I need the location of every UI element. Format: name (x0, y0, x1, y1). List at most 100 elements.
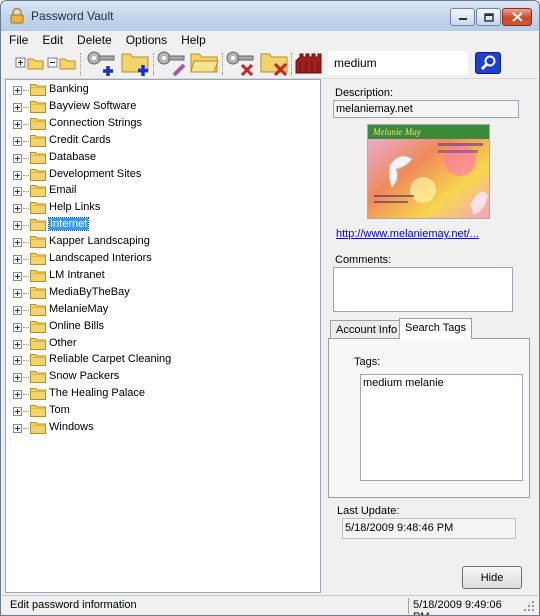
search-icon (480, 55, 496, 71)
search-input[interactable] (328, 51, 468, 75)
tree-item[interactable]: Database (6, 150, 306, 166)
tree-connector (23, 275, 29, 277)
tree-item[interactable]: Windows (6, 420, 306, 436)
close-icon (511, 12, 523, 22)
expand-icon[interactable] (13, 390, 22, 400)
tree-item-label: Reliable Carpet Cleaning (49, 353, 172, 366)
tree-item[interactable]: Email (6, 183, 306, 199)
folder-icon (30, 354, 46, 367)
tree-item-label: Database (49, 150, 97, 163)
menu-delete[interactable]: Delete (70, 31, 119, 49)
expand-icon[interactable] (13, 136, 22, 146)
tree-item-label: Credit Cards (49, 133, 111, 146)
expand-icon[interactable] (13, 170, 22, 180)
expand-icon[interactable] (13, 204, 22, 214)
tree-item[interactable]: Connection Strings (6, 116, 306, 132)
website-link[interactable]: http://www.melaniemay.net/... (336, 228, 479, 240)
tree-item-label: Landscaped Interiors (49, 252, 152, 264)
tree-item[interactable]: Landscaped Interiors (6, 251, 306, 267)
tree-item-label: Help Links (49, 201, 101, 214)
expand-icon[interactable] (13, 373, 22, 383)
tree-item[interactable]: Banking (6, 82, 306, 98)
expand-icon[interactable] (13, 221, 22, 231)
expand-icon[interactable] (13, 119, 22, 129)
tree-item[interactable]: Help Links (6, 200, 306, 216)
expand-icon[interactable] (13, 305, 22, 315)
expand-icon[interactable] (13, 238, 22, 248)
hide-button[interactable]: Hide (462, 566, 522, 589)
add-folder-icon[interactable] (120, 49, 152, 77)
menu-options[interactable]: Options (119, 31, 174, 49)
folder-tree[interactable]: Banking Bayview Software Connection String… (5, 79, 321, 593)
expand-icon[interactable] (13, 356, 22, 366)
menu-edit[interactable]: Edit (35, 31, 70, 49)
tree-item-label: Online Bills (49, 319, 105, 332)
expand-icon[interactable] (13, 271, 22, 281)
search-button[interactable] (475, 52, 501, 74)
tree-item-label: Development Sites (49, 167, 142, 180)
maximize-button[interactable] (476, 8, 501, 26)
tab-account-info[interactable]: Account Info (330, 320, 404, 339)
folder-icon (30, 388, 46, 401)
tree-item[interactable]: MelanieMay (6, 302, 306, 318)
expand-icon[interactable] (13, 322, 22, 332)
tab-search-tags[interactable]: Search Tags (399, 318, 472, 339)
tree-item[interactable]: Internet (6, 217, 306, 233)
collapse-all-icon[interactable] (47, 55, 77, 71)
open-folder-icon[interactable] (189, 49, 221, 77)
tree-item[interactable]: Snow Packers (6, 369, 306, 385)
comments-field[interactable] (333, 267, 513, 312)
tree-item[interactable]: Credit Cards (6, 133, 306, 149)
tree-item-label: Tom (49, 404, 70, 417)
tree-item[interactable]: Other (6, 336, 306, 352)
expand-icon[interactable] (13, 102, 22, 112)
resize-grip-icon[interactable] (523, 600, 535, 612)
expand-icon[interactable] (13, 153, 22, 163)
tree-connector (23, 140, 29, 142)
minimize-icon (458, 18, 467, 20)
menu-file[interactable]: File (2, 31, 35, 49)
folder-icon (30, 337, 46, 350)
expand-icon[interactable] (13, 187, 22, 197)
expand-icon[interactable] (13, 288, 22, 298)
tree-item-label: The Healing Palace (49, 387, 146, 400)
tree-item[interactable]: Online Bills (6, 319, 306, 335)
tree-item[interactable]: Development Sites (6, 167, 306, 183)
close-button[interactable] (502, 8, 532, 26)
tree-item[interactable]: The Healing Palace (6, 386, 306, 402)
menu-help[interactable]: Help (174, 31, 213, 49)
folder-icon (30, 253, 46, 265)
tree-item-label: Kapper Landscaping (49, 235, 150, 248)
folder-icon (30, 84, 46, 96)
tree-connector (23, 242, 29, 244)
logout-icon[interactable] (294, 51, 324, 75)
menu-bar: File Edit Delete Options Help (2, 31, 538, 49)
tree-item[interactable]: Reliable Carpet Cleaning (6, 352, 306, 368)
delete-key-icon[interactable] (225, 49, 257, 77)
tree-item[interactable]: MediaByTheBay (6, 285, 306, 301)
tags-field[interactable]: medium melanie (360, 374, 523, 481)
add-key-icon[interactable] (86, 49, 118, 77)
description-field[interactable]: melaniemay.net (333, 100, 519, 118)
expand-icon[interactable] (13, 407, 22, 417)
tree-item[interactable]: Kapper Landscaping (6, 234, 306, 250)
expand-icon[interactable] (13, 86, 22, 95)
tree-item[interactable]: Tom (6, 403, 306, 419)
expand-icon[interactable] (13, 339, 22, 349)
expand-all-icon[interactable] (15, 55, 45, 71)
tree-item[interactable]: LM Intranet (6, 268, 306, 284)
tree-item[interactable]: Bayview Software (6, 99, 306, 115)
tree-connector (23, 90, 29, 91)
minimize-button[interactable] (450, 8, 475, 26)
delete-folder-icon[interactable] (259, 49, 291, 77)
window-title: Password Vault (31, 9, 114, 23)
last-update-field: 5/18/2009 9:48:46 PM (342, 518, 516, 539)
expand-icon[interactable] (13, 255, 22, 264)
edit-key-icon[interactable] (156, 49, 188, 77)
tree-connector (23, 428, 29, 429)
expand-icon[interactable] (13, 424, 22, 433)
folder-icon (30, 185, 46, 198)
folder-icon (30, 320, 46, 333)
tree-connector (23, 394, 29, 396)
folder-icon (30, 117, 46, 130)
